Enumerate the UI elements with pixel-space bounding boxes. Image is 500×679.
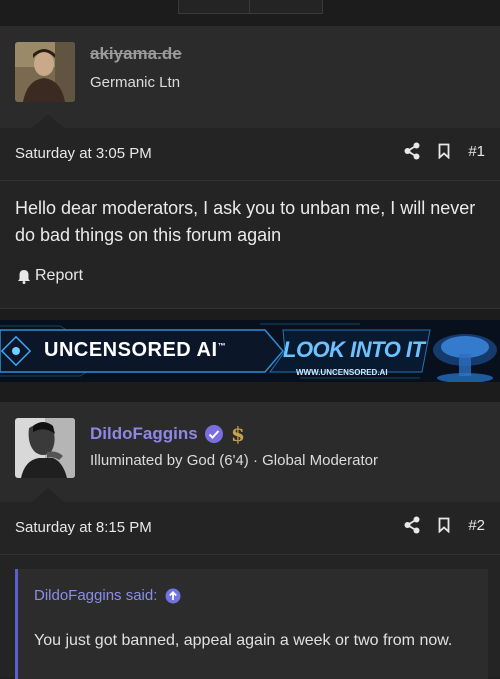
userbar-pointer <box>32 114 64 128</box>
toolbar-button-left[interactable] <box>178 0 250 14</box>
share-icon[interactable] <box>404 516 420 534</box>
quote-author[interactable]: DildoFaggins said: <box>34 587 157 604</box>
post-number[interactable]: #1 <box>468 143 485 160</box>
banner-left-text: UNCENSORED AI™ <box>44 339 227 361</box>
username-row: DildoFaggins $ <box>90 423 246 445</box>
quote-header[interactable]: DildoFaggins said: <box>34 587 181 604</box>
report-link[interactable]: Report <box>17 267 83 285</box>
post-meta: Saturday at 3:05 PM #1 <box>0 128 500 181</box>
post-1-userbar: akiyama.de Germanic Ltn <box>0 26 500 128</box>
post-number[interactable]: #2 <box>468 517 485 534</box>
svg-text:$: $ <box>231 423 245 445</box>
report-label: Report <box>35 267 84 284</box>
post-date[interactable]: Saturday at 8:15 PM <box>15 519 152 536</box>
user-title: Illuminated by God (6'4) · Global Modera… <box>90 452 378 469</box>
divider <box>0 308 500 309</box>
bookmark-icon[interactable] <box>438 143 450 159</box>
post-body: Hello dear moderators, I ask you to unba… <box>15 198 476 245</box>
dollar-icon: $ <box>231 423 245 445</box>
banner-ad[interactable]: UNCENSORED AI™ LOOK INTO IT WWW.UNCENSOR… <box>0 320 500 382</box>
post-date[interactable]: Saturday at 3:05 PM <box>15 145 152 162</box>
arrow-up-circle-icon[interactable] <box>165 588 181 604</box>
quote-block: DildoFaggins said: You just got banned, … <box>15 569 488 679</box>
verified-icon <box>204 425 223 443</box>
banner-url: WWW.UNCENSORED.AI <box>296 368 388 377</box>
avatar[interactable] <box>15 42 75 102</box>
share-icon[interactable] <box>404 142 420 160</box>
post-meta: Saturday at 8:15 PM #2 <box>0 502 500 555</box>
username[interactable]: akiyama.de <box>90 44 182 64</box>
quote-text: You just got banned, appeal again a week… <box>34 632 453 649</box>
user-title: Germanic Ltn <box>90 74 181 91</box>
username[interactable]: DildoFaggins <box>90 424 198 444</box>
avatar[interactable] <box>15 418 75 478</box>
bell-icon <box>18 269 30 284</box>
userbar-pointer <box>32 488 64 502</box>
post-1: Saturday at 3:05 PM #1 Hello dear modera… <box>0 128 500 308</box>
banner-right-text: LOOK INTO IT <box>283 337 425 362</box>
top-bar <box>0 0 500 26</box>
post-2-userbar: DildoFaggins $ Illuminated by God (6'4) … <box>0 402 500 502</box>
bookmark-icon[interactable] <box>438 517 450 533</box>
toolbar-button-right[interactable] <box>249 0 323 14</box>
